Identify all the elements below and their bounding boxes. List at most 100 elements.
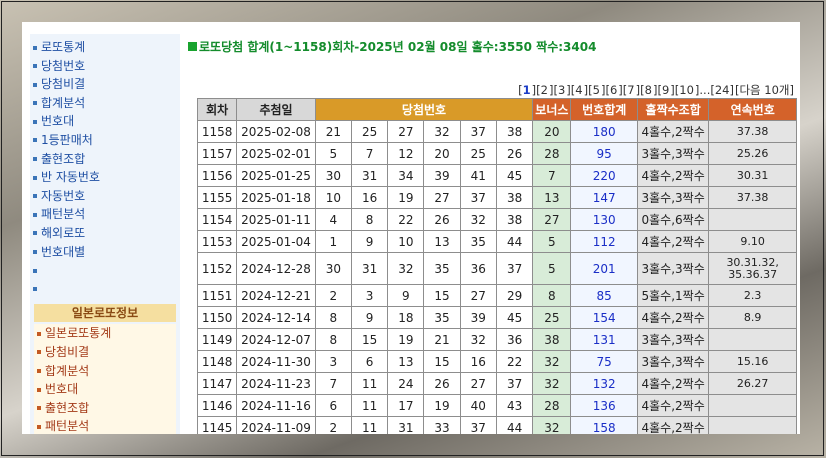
sum-cell: 136 <box>570 394 638 417</box>
number-cell: 37 <box>459 416 497 434</box>
date-cell: 2024-11-23 <box>236 372 316 395</box>
consecutive-cell <box>708 416 797 434</box>
sidebar-item[interactable]: 합계분석 <box>30 94 180 113</box>
number-cell: 33 <box>423 416 461 434</box>
number-cell: 31 <box>350 164 389 187</box>
last-page-link[interactable]: [24] <box>710 83 734 97</box>
sidebar-item[interactable] <box>30 280 180 299</box>
number-cell: 37 <box>459 120 497 143</box>
next-10-link[interactable]: [다음 10개] <box>735 83 794 97</box>
number-cell: 31 <box>350 252 389 285</box>
round-cell: 1145 <box>196 416 238 434</box>
number-cell: 26 <box>495 142 534 165</box>
table-row: 1146 2024-11-16 6 11 17 19 40 43 28 136 4홀수,2짝수 <box>196 394 797 417</box>
japan-menu-item[interactable]: 패턴분석 <box>34 417 176 434</box>
bullet-icon <box>33 138 37 143</box>
number-cell: 15 <box>350 328 389 351</box>
page-link[interactable]: 5 <box>593 83 600 97</box>
sidebar-item[interactable]: 1등판매처 <box>30 131 180 150</box>
sidebar-item[interactable]: 당첨번호 <box>30 57 180 76</box>
table-row: 1147 2024-11-23 7 11 24 26 27 37 32 132 4홀수,2짝수 26.… <box>196 372 797 395</box>
date-cell: 2024-12-07 <box>236 328 316 351</box>
sum-cell: 154 <box>570 306 638 329</box>
japan-lotto-header: 일본로또정보 <box>34 304 176 323</box>
consecutive-line: 37.38 <box>736 124 769 138</box>
page-link[interactable]: 8 <box>645 83 652 97</box>
japan-menu-item-label: 번호대 <box>45 382 79 397</box>
sidebar-item[interactable]: 출현조합 <box>30 150 180 169</box>
number-cell: 19 <box>387 186 425 209</box>
round-cell: 1151 <box>196 284 238 307</box>
sidebar-item[interactable] <box>30 261 180 280</box>
number-cell: 36 <box>495 328 534 351</box>
sum-cell: 130 <box>570 208 638 231</box>
page-link[interactable]: 3 <box>558 83 565 97</box>
number-cell: 45 <box>495 306 534 329</box>
sidebar-item-label: 합계분석 <box>41 95 86 110</box>
table-header-row: 회차 추첨일 당첨번호 보너스 번호합계 홀짝수조합 연속번호 <box>196 98 797 121</box>
sidebar-item-label: 로또통계 <box>41 40 86 54</box>
number-cell: 9 <box>387 284 425 307</box>
japan-menu-item[interactable]: 합계분석 <box>34 361 176 381</box>
japan-menu-item[interactable]: 번호대 <box>34 380 176 399</box>
bonus-cell: 28 <box>532 142 572 165</box>
odd-even-cell: 4홀수,2짝수 <box>636 164 710 187</box>
japan-menu-item-label: 합계분석 <box>45 363 90 378</box>
page-link[interactable]: 7 <box>627 83 634 97</box>
date-cell: 2025-01-11 <box>236 208 316 231</box>
header-bonus: 보너스 <box>532 98 572 121</box>
page-link[interactable]: 2 <box>541 83 548 97</box>
number-cell: 32 <box>423 120 461 143</box>
sum-cell: 132 <box>570 372 638 395</box>
round-cell: 1148 <box>196 350 238 373</box>
sidebar-item[interactable]: 해외로또 <box>30 224 180 243</box>
number-cell: 11 <box>350 372 389 395</box>
sidebar-item[interactable]: 당첨비결 <box>30 75 180 94</box>
number-cell: 25 <box>350 120 389 143</box>
page-link[interactable]: 1 <box>523 83 531 97</box>
number-cell: 32 <box>459 208 497 231</box>
sidebar-item[interactable]: 반 자동번호 <box>30 168 180 187</box>
consecutive-line: 30.31 <box>736 168 769 182</box>
sidebar-item[interactable]: 번호대별 <box>30 243 180 262</box>
page-link[interactable]: 4 <box>575 83 582 97</box>
japan-menu-item-label: 일본로또통계 <box>45 326 112 341</box>
table-row: 1157 2025-02-01 5 7 12 20 25 26 28 95 3홀수,3짝수 25.26 <box>196 142 797 165</box>
bullet-icon <box>33 212 37 217</box>
number-cell: 16 <box>350 186 389 209</box>
sidebar-item[interactable]: 패턴분석 <box>30 205 180 224</box>
date-cell: 2024-11-16 <box>236 394 316 417</box>
odd-even-cell: 4홀수,2짝수 <box>636 230 710 253</box>
number-cell: 37 <box>459 186 497 209</box>
number-cell: 45 <box>495 164 534 187</box>
date-cell: 2024-12-28 <box>236 252 316 285</box>
page-link[interactable]: 10 <box>679 83 694 97</box>
bullet-icon <box>33 287 37 292</box>
consecutive-cell: 15.16 <box>708 350 797 373</box>
page-link[interactable]: 6 <box>610 83 617 97</box>
round-cell: 1150 <box>196 306 238 329</box>
sidebar-item[interactable]: 자동번호 <box>30 187 180 206</box>
number-cell: 13 <box>387 350 425 373</box>
japan-menu-item[interactable]: 일본로또통계 <box>34 324 176 343</box>
sidebar-item[interactable]: 로또통계 <box>30 38 180 57</box>
number-cell: 27 <box>423 186 461 209</box>
sidebar-item[interactable]: 번호대 <box>30 112 180 131</box>
consecutive-cell: 8.9 <box>708 306 797 329</box>
number-cell: 29 <box>495 284 534 307</box>
round-cell: 1158 <box>196 120 238 143</box>
date-cell: 2025-01-25 <box>236 164 316 187</box>
sum-cell: 220 <box>570 164 638 187</box>
number-cell: 27 <box>387 120 425 143</box>
number-cell: 19 <box>423 394 461 417</box>
header-odd-even: 홀짝수조합 <box>636 98 710 121</box>
bonus-cell: 27 <box>532 208 572 231</box>
bullet-icon <box>33 157 37 162</box>
page-link[interactable]: 9 <box>662 83 669 97</box>
number-cell: 7 <box>350 142 389 165</box>
table-row: 1154 2025-01-11 4 8 22 26 32 38 27 130 0홀수,6짝수 <box>196 208 797 231</box>
bullet-icon <box>37 350 41 355</box>
consecutive-line: 35.36.37 <box>728 267 778 281</box>
japan-menu-item[interactable]: 출현조합 <box>34 398 176 418</box>
japan-menu-item[interactable]: 당첨비결 <box>34 342 176 362</box>
